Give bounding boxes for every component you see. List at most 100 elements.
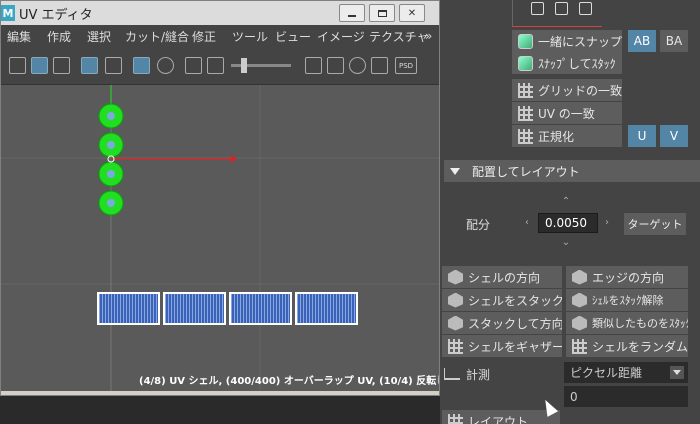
uv-editor-window: M UV エディタ ✕ 編集 作成 選択 カット/縫合 修正 ツール ビュー イ… xyxy=(0,0,440,396)
grid-icon xyxy=(518,82,533,98)
uv-layout-icon[interactable] xyxy=(9,57,26,74)
checkbox-2[interactable] xyxy=(555,2,568,15)
bottom-strip xyxy=(0,396,440,424)
stack-and-orient-button[interactable]: スタックして方向 xyxy=(442,312,562,334)
menu-select[interactable]: 選択 xyxy=(87,28,111,45)
spacing-label: 配分 xyxy=(466,218,491,232)
close-icon: ✕ xyxy=(407,7,417,19)
uv-point-1-core xyxy=(107,112,115,120)
image-display-icon[interactable] xyxy=(207,57,224,74)
maximize-icon xyxy=(377,9,387,17)
image-ratio-icon[interactable] xyxy=(327,57,344,74)
checkbox-3[interactable] xyxy=(579,2,592,15)
shell-direction-icon xyxy=(448,269,463,285)
grid-align-button[interactable]: グリッドの一致 xyxy=(512,79,622,101)
uv-shell-4[interactable] xyxy=(295,292,358,325)
uv-canvas-svg xyxy=(1,85,439,391)
slider-handle[interactable] xyxy=(241,58,247,73)
screen: 一緒にスナップ AB BA ｽﾅｯﾌﾟしてｽﾀｯｸ グリッドの一致 UV の一致… xyxy=(0,0,700,424)
u-button[interactable]: U xyxy=(628,125,656,147)
maximize-button[interactable] xyxy=(369,4,395,22)
psd-icon[interactable]: PSD xyxy=(395,57,417,74)
ab-button[interactable]: AB xyxy=(628,30,656,52)
collapse-triangle-icon xyxy=(450,167,460,175)
grid-toggle-icon[interactable] xyxy=(133,57,150,74)
minimize-button[interactable] xyxy=(339,4,365,22)
uv-status-text: (4/8) UV シェル, (400/400) オーバーラップ UV, (10/… xyxy=(139,376,439,387)
measure-mode-dropdown[interactable]: ピクセル距離 xyxy=(564,362,688,383)
stack-shells-button[interactable]: シェルをスタック xyxy=(442,289,562,311)
window-titlebar[interactable]: M UV エディタ ✕ xyxy=(1,1,439,25)
snap-together-button[interactable]: 一緒にスナップ xyxy=(512,30,622,52)
checkbox-1[interactable] xyxy=(531,2,544,15)
menu-more-icon[interactable]: » xyxy=(425,29,432,43)
v-button[interactable]: V xyxy=(660,125,688,147)
uv-toolbar: PSD xyxy=(1,47,439,85)
uv-shell-3[interactable] xyxy=(229,292,292,325)
measure-value-field: 0 xyxy=(564,386,688,407)
spacing-right-arrow-icon[interactable]: › xyxy=(602,218,612,228)
u-axis-arrow xyxy=(231,155,237,163)
red-indicator-line xyxy=(512,26,602,27)
uv-point-2-core xyxy=(107,141,115,149)
uv-align-button[interactable]: UV の一致 xyxy=(512,102,622,124)
refresh-icon[interactable] xyxy=(349,57,366,74)
dropdown-arrow-icon xyxy=(670,366,684,379)
unstack-shells-icon xyxy=(572,292,587,308)
normalize-icon xyxy=(518,128,533,144)
edge-direction-button[interactable]: エッジの方向 xyxy=(566,266,688,288)
isolate-select-icon[interactable] xyxy=(371,57,388,74)
stack-similar-button[interactable]: 類似したものをｽﾀｯｸ xyxy=(566,312,688,334)
normalize-button[interactable]: 正規化 xyxy=(512,125,622,147)
uv-grid xyxy=(1,85,439,391)
panel-divider xyxy=(512,0,513,26)
target-button[interactable]: ターゲット xyxy=(624,213,686,235)
spacing-up-arrow-icon[interactable]: ⌃ xyxy=(561,197,571,207)
spacing-input[interactable] xyxy=(538,213,598,233)
uv-point-3-core xyxy=(107,170,115,178)
menu-modify[interactable]: 修正 xyxy=(192,28,216,45)
menu-image[interactable]: イメージ xyxy=(317,28,365,45)
window-title: UV エディタ xyxy=(19,7,93,23)
stack-and-orient-icon xyxy=(448,315,463,331)
pixel-snap-icon[interactable] xyxy=(157,57,174,74)
exposure-slider[interactable] xyxy=(231,58,291,73)
uv-shell-2[interactable] xyxy=(163,292,226,325)
uv-texture-border-icon[interactable] xyxy=(81,57,98,74)
unstack-shells-button[interactable]: ｼｪﾙをｽﾀｯｸ解除 xyxy=(566,289,688,311)
uv-point-4-core xyxy=(107,199,115,207)
snap-together-icon xyxy=(518,33,533,49)
edge-direction-icon xyxy=(572,269,587,285)
ba-button[interactable]: BA xyxy=(660,30,688,52)
uv-shell-1[interactable] xyxy=(97,292,160,325)
menu-textures[interactable]: テクスチャ xyxy=(369,28,429,45)
menu-edit[interactable]: 編集 xyxy=(7,28,31,45)
uv-shaded-icon[interactable] xyxy=(31,57,48,74)
spacing-down-arrow-icon[interactable]: ⌄ xyxy=(561,238,571,248)
gather-shells-button[interactable]: シェルをギャザー xyxy=(442,335,562,357)
layout-button[interactable]: レイアウト xyxy=(442,410,560,424)
menu-create[interactable]: 作成 xyxy=(47,28,71,45)
layout-icon xyxy=(448,413,463,424)
shell-direction-button[interactable]: シェルの方向 xyxy=(442,266,562,288)
menu-bar: 編集 作成 選択 カット/縫合 修正 ツール ビュー イメージ テクスチャ » xyxy=(1,25,439,47)
uv-distortion-icon[interactable] xyxy=(53,57,70,74)
spacing-left-arrow-icon[interactable]: ‹ xyxy=(522,218,532,228)
uv-grid-icon xyxy=(518,105,533,121)
snap-and-stack-button[interactable]: ｽﾅｯﾌﾟしてｽﾀｯｸ xyxy=(512,52,622,74)
uv-frame-icon[interactable] xyxy=(105,57,122,74)
close-button[interactable]: ✕ xyxy=(399,4,425,22)
menu-tools[interactable]: ツール xyxy=(232,28,268,45)
menu-cut-sew[interactable]: カット/縫合 xyxy=(125,28,189,45)
layout-frame-header[interactable]: 配置してレイアウト xyxy=(444,160,700,182)
uv-viewport[interactable]: (4/8) UV シェル, (400/400) オーバーラップ UV, (10/… xyxy=(1,85,439,391)
stack-shells-icon xyxy=(448,292,463,308)
camera-icon[interactable] xyxy=(185,57,202,74)
snap-and-stack-icon xyxy=(518,55,533,71)
ruler-icon xyxy=(444,368,460,380)
menu-view[interactable]: ビュー xyxy=(275,28,311,45)
checker-icon[interactable] xyxy=(305,57,322,74)
maya-logo-icon: M xyxy=(1,5,15,21)
measure-row: 計測 xyxy=(444,364,560,384)
randomize-shells-button[interactable]: シェルをランダム化 xyxy=(566,335,688,357)
